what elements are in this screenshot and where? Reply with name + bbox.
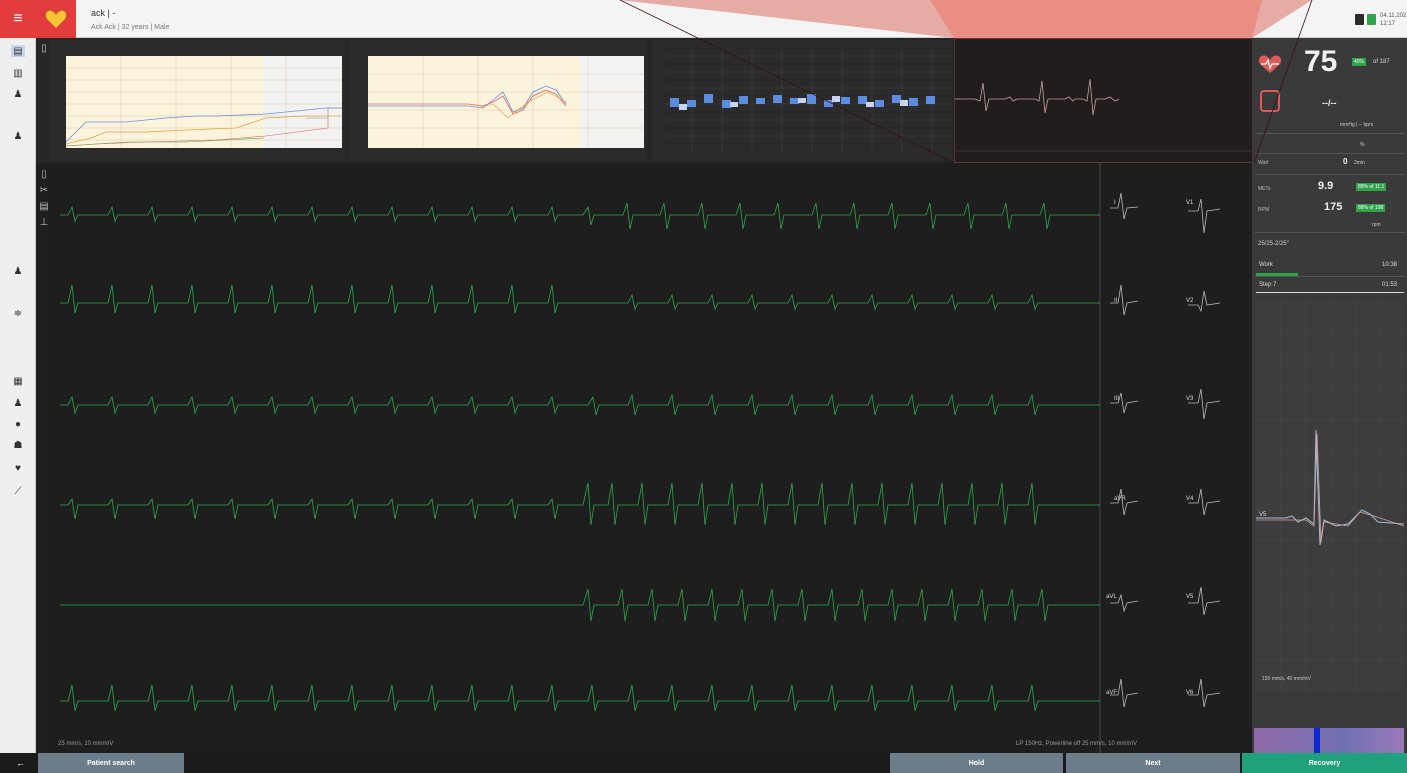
work-label: Work <box>1259 262 1273 268</box>
datetime: 04.11.202 12:17 <box>1380 12 1406 28</box>
ecg-display <box>48 163 1252 753</box>
chart-icon[interactable]: ⟋ <box>11 485 25 497</box>
patient-search-button[interactable]: Patient search <box>38 753 184 773</box>
person-icon[interactable]: ♟ <box>11 88 25 100</box>
lead-label-ii: II <box>1114 298 1118 304</box>
lead-label-v4: V4 <box>1186 496 1194 502</box>
trend-plot-hr <box>66 56 342 148</box>
compressed-ecg-strip[interactable] <box>1254 728 1404 753</box>
watt-unit: 2min <box>1354 160 1365 166</box>
person-alt-icon[interactable]: ♟ <box>11 397 25 409</box>
rpm-badge: 88% of 198 <box>1356 204 1386 212</box>
lead-detail-panel <box>1256 300 1405 692</box>
overlay-ecg-trace <box>955 78 1255 152</box>
next-button[interactable]: Next <box>1066 753 1240 773</box>
lead-label-i: I <box>1114 200 1116 206</box>
heart-rate-icon <box>1258 55 1282 73</box>
ecg-side-column <box>36 163 48 753</box>
trend-chart-st <box>350 40 647 160</box>
rpm-value: 175 <box>1324 201 1343 213</box>
bp-value: --/-- <box>1322 98 1337 108</box>
heart-rate-value: 75 <box>1304 45 1338 78</box>
patient-info: Ack Ack | 32 years | Male <box>91 24 170 31</box>
watt-label: Watt <box>1258 160 1269 166</box>
trend-plot-st <box>368 56 644 148</box>
strip-position-marker[interactable] <box>1314 728 1320 753</box>
mets-value: 9.9 <box>1318 180 1334 192</box>
magnified-ecg-overlay <box>954 38 1255 163</box>
next-label: Next <box>1145 759 1161 767</box>
strip-lead-label: V5 <box>1259 512 1267 518</box>
rpm-label: RPM <box>1258 207 1270 213</box>
logo[interactable] <box>36 0 76 38</box>
layout-icon[interactable]: ▤ <box>11 45 25 57</box>
document-icon[interactable]: ▯ <box>37 42 51 54</box>
grid-icon[interactable]: ▥ <box>11 67 25 79</box>
trend-chart-hr <box>50 40 345 160</box>
lead-label-v1: V1 <box>1186 200 1194 206</box>
protocol-label: 25/25-2/25" <box>1258 241 1289 247</box>
hold-label: Hold <box>968 759 985 767</box>
run-icon[interactable]: ☗ <box>11 439 25 451</box>
trend-plot-bars <box>666 48 952 152</box>
lead-label-v3: V3 <box>1186 396 1194 402</box>
back-button[interactable]: ← <box>8 753 33 773</box>
trend-chart-bars <box>652 40 952 160</box>
app-window: ≡ ack | - Ack Ack | 32 years | Male 04.1… <box>0 0 1407 773</box>
menu-icon: ≡ <box>13 10 23 27</box>
filter-icon[interactable]: ≑ <box>11 307 25 319</box>
time-text: 12:17 <box>1380 21 1396 27</box>
hold-button[interactable]: Hold <box>890 753 1063 773</box>
patient-name[interactable]: ack | - <box>91 8 115 18</box>
patient-search-label: Patient search <box>87 759 135 767</box>
lead-detail-trace <box>1256 300 1405 692</box>
arrow-left-icon: ← <box>16 758 25 768</box>
mets-badge: 89% of 11.1 <box>1356 183 1387 191</box>
lead-label-v5: V5 <box>1186 594 1194 600</box>
lead-label-avr: aVR <box>1114 496 1126 502</box>
top-bar <box>0 0 1407 38</box>
recovery-label: Recovery <box>1308 759 1341 767</box>
bp-unit: mmHg | -- bpm <box>1340 122 1374 128</box>
hr-max-text: of 187 <box>1373 59 1390 65</box>
date-text: 04.11.202 <box>1380 13 1407 19</box>
step-time: 01:53 <box>1382 282 1398 288</box>
heart-icon <box>45 10 67 28</box>
step-progress <box>1256 292 1404 293</box>
hr-percent-badge: 40% <box>1352 58 1367 66</box>
user-icon[interactable]: ♟ <box>11 265 25 277</box>
person-edit-icon[interactable]: ♟ <box>11 130 25 142</box>
mets-label: METs <box>1258 186 1271 192</box>
strip-speed-label: 150 mm/s, 40 mm/mV <box>1262 676 1311 682</box>
blood-pressure-icon[interactable] <box>1260 90 1280 112</box>
ecg-filter-label[interactable]: LP 150Hz, Powerline off 25 mm/s, 10 mm/m… <box>1016 741 1137 747</box>
ecg-traces <box>60 163 1221 753</box>
spo2-unit: % <box>1360 142 1365 148</box>
work-time: 10:38 <box>1382 262 1398 268</box>
info-icon[interactable]: ● <box>11 418 25 430</box>
lead-label-v6: V6 <box>1186 690 1194 696</box>
printer-icon[interactable] <box>1355 14 1364 25</box>
left-toolbar <box>0 38 36 753</box>
lead-label-avl: aVL <box>1106 594 1117 600</box>
menu-button[interactable]: ≡ <box>0 0 36 38</box>
lead-label-v2: V2 <box>1186 298 1194 304</box>
step-label: Step 7 <box>1259 282 1277 288</box>
lead-label-iii: III <box>1114 396 1120 402</box>
lead-label-avf: aVF <box>1106 690 1118 696</box>
calendar-icon[interactable]: ▦ <box>11 375 25 387</box>
ecg-speed-label: 25 mm/s, 10 mm/mV <box>58 741 114 747</box>
recovery-button[interactable]: Recovery <box>1242 753 1407 773</box>
heart-check-icon[interactable]: ♥ <box>11 462 25 474</box>
device-status-icon[interactable] <box>1367 14 1376 25</box>
rpm-unit: rpm <box>1372 222 1381 228</box>
watt-value: 0 <box>1343 157 1348 166</box>
